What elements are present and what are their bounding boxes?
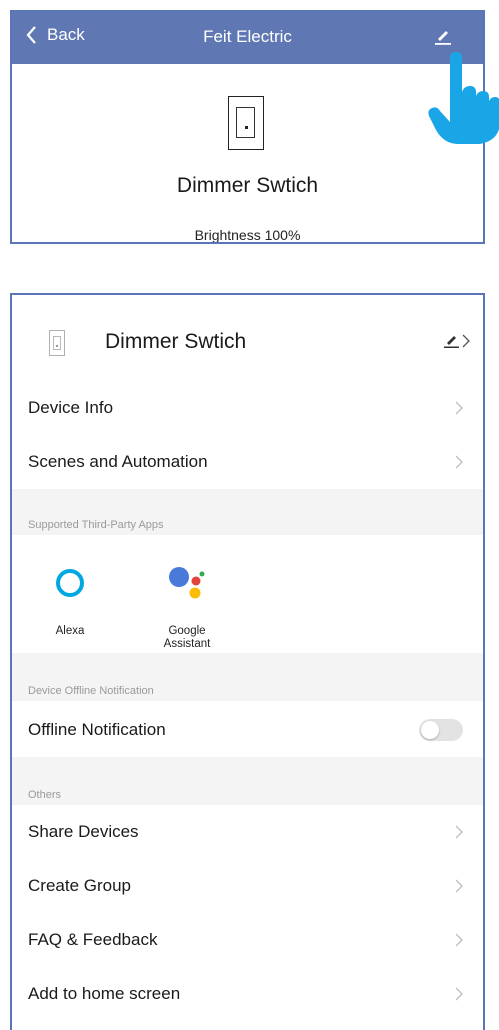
google-assistant-icon: [169, 567, 205, 599]
chevron-right-icon: [455, 987, 463, 1001]
offline-notification-toggle[interactable]: [419, 719, 463, 741]
scenes-automation-row[interactable]: Scenes and Automation: [12, 435, 483, 489]
edit-button[interactable]: [433, 26, 453, 51]
google-assistant-app[interactable]: Google Assistant: [142, 535, 232, 653]
chevron-right-icon: [455, 401, 463, 415]
brightness-status: Brightness 100%: [194, 227, 301, 243]
faq-feedback-label: FAQ & Feedback: [28, 930, 158, 949]
add-to-home-screen-row[interactable]: Add to home screen: [12, 967, 483, 1021]
third-party-apps: Alexa Google Assistant: [12, 535, 483, 653]
app-name: Google Assistant: [163, 625, 211, 650]
page-title: Feit Electric: [203, 27, 292, 46]
section-title: Supported Third-Party Apps: [28, 519, 164, 531]
pencil-icon: [444, 336, 459, 348]
chevron-right-icon: [462, 334, 470, 348]
offline-notification-row: Offline Notification: [12, 701, 483, 757]
toggle-knob: [421, 721, 439, 739]
add-to-home-screen-label: Add to home screen: [28, 984, 181, 1003]
chevron-right-icon: [455, 879, 463, 893]
dimmer-switch-icon: [228, 96, 264, 150]
section-title: Others: [28, 789, 62, 801]
device-name: Dimmer Swtich: [176, 174, 319, 197]
offline-notification-label: Offline Notification: [28, 720, 166, 739]
pointing-hand-icon: [428, 52, 499, 144]
faq-feedback-row[interactable]: FAQ & Feedback: [12, 913, 483, 967]
device-settings-panel: Dimmer Swtich Device Info Scenes and Aut…: [10, 293, 485, 1030]
dimmer-switch-icon: [49, 330, 65, 356]
alexa-icon: [56, 569, 84, 597]
chevron-right-icon: [455, 825, 463, 839]
device-control-card: Back Feit Electric Dimmer Swtich Brightn…: [10, 10, 485, 244]
share-devices-row[interactable]: Share Devices: [12, 805, 483, 859]
device-info-label: Device Info: [28, 398, 114, 417]
chevron-right-icon: [455, 933, 463, 947]
chevron-right-icon: [455, 455, 463, 469]
scenes-automation-label: Scenes and Automation: [28, 452, 208, 471]
others-section-header: Others: [12, 757, 483, 805]
rename-device-button[interactable]: [443, 333, 471, 349]
navigation-bar: Back Feit Electric: [12, 12, 483, 64]
share-devices-label: Share Devices: [28, 822, 139, 841]
device-header-name: Dimmer Swtich: [105, 330, 247, 353]
app-name: Alexa: [55, 625, 85, 637]
pencil-icon: [435, 31, 451, 45]
alexa-app[interactable]: Alexa: [25, 535, 115, 653]
offline-section-header: Device Offline Notification: [12, 653, 483, 701]
device-header: Dimmer Swtich: [12, 295, 483, 382]
create-group-label: Create Group: [28, 876, 131, 895]
third-party-section-header: Supported Third-Party Apps: [12, 489, 483, 535]
section-title: Device Offline Notification: [28, 685, 154, 697]
device-info-row[interactable]: Device Info: [12, 381, 483, 435]
create-group-row[interactable]: Create Group: [12, 859, 483, 913]
